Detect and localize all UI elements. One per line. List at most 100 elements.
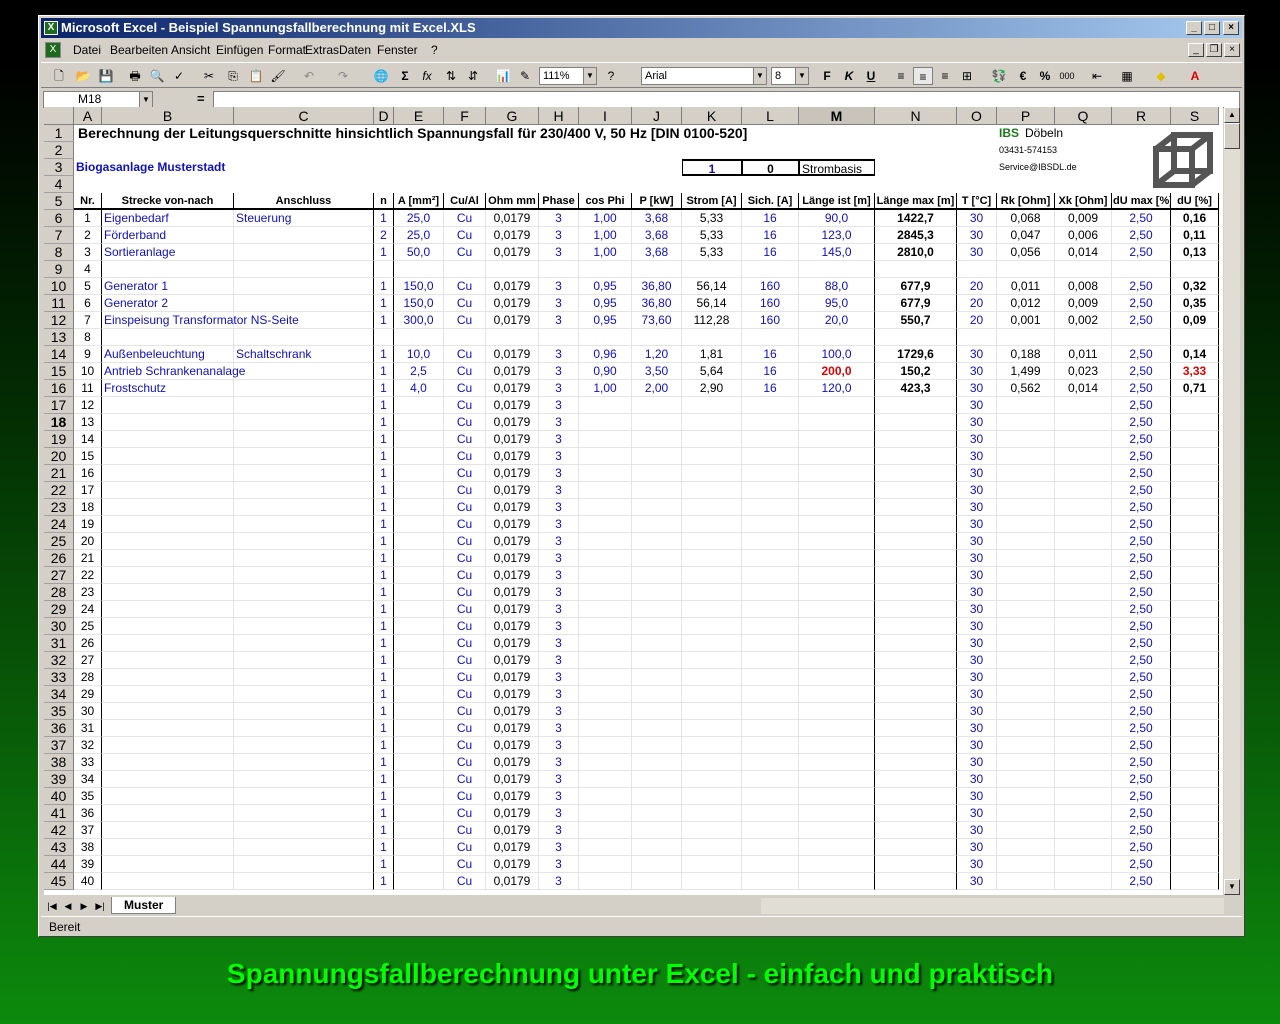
cell-N41[interactable] (875, 805, 957, 822)
cell-O23[interactable]: 30 (957, 499, 997, 516)
cell-C27[interactable] (234, 567, 374, 584)
cell-B24[interactable] (102, 516, 234, 533)
cell-I43[interactable] (579, 839, 632, 856)
cell-R17[interactable]: 2,50 (1112, 397, 1171, 414)
row-header[interactable]: 37 (44, 737, 74, 754)
cell-R21[interactable]: 2,50 (1112, 465, 1171, 482)
cell-I41[interactable] (579, 805, 632, 822)
cell-G24[interactable]: 0,0179 (486, 516, 539, 533)
cell-H17[interactable]: 3 (539, 397, 579, 414)
cell-C19[interactable] (234, 431, 374, 448)
cell-A8[interactable]: 3 (74, 244, 102, 261)
cell-K9[interactable] (682, 261, 742, 278)
cell-J13[interactable] (632, 329, 682, 346)
cell-D20[interactable]: 1 (374, 448, 394, 465)
cell-E27[interactable] (394, 567, 444, 584)
cell-I24[interactable] (579, 516, 632, 533)
cell-I28[interactable] (579, 584, 632, 601)
cell-I17[interactable] (579, 397, 632, 414)
row-header[interactable]: 21 (44, 465, 74, 482)
cell-O12[interactable]: 20 (957, 312, 997, 329)
column-label-Q[interactable]: Xk [Ohm] (1055, 193, 1112, 210)
menu-item-8[interactable]: ? (431, 40, 438, 60)
menu-item-6[interactable]: Daten (339, 40, 371, 60)
cell-K10[interactable]: 56,14 (682, 278, 742, 295)
cell-J6[interactable]: 3,68 (632, 210, 682, 227)
cell-A29[interactable]: 24 (74, 601, 102, 618)
cell-M42[interactable] (799, 822, 875, 839)
cell-L36[interactable] (742, 720, 799, 737)
cell-F14[interactable]: Cu (444, 346, 486, 363)
cell-Q42[interactable] (1055, 822, 1112, 839)
cell-J32[interactable] (632, 652, 682, 669)
cell-P29[interactable] (997, 601, 1055, 618)
cell-R33[interactable]: 2,50 (1112, 669, 1171, 686)
cell-C10[interactable] (234, 278, 374, 295)
zoom-select[interactable]: 111% ▼ (539, 67, 597, 85)
cell-Q41[interactable] (1055, 805, 1112, 822)
cell-C12[interactable] (234, 312, 374, 329)
cell-E45[interactable] (394, 873, 444, 890)
spellcheck-icon[interactable]: ✓ (169, 67, 189, 85)
row-header[interactable]: 15 (44, 363, 74, 380)
cell-L37[interactable] (742, 737, 799, 754)
cell-E14[interactable]: 10,0 (394, 346, 444, 363)
cell-L42[interactable] (742, 822, 799, 839)
cell-D15[interactable]: 1 (374, 363, 394, 380)
cell-N6[interactable]: 1422,7 (875, 210, 957, 227)
cell-M44[interactable] (799, 856, 875, 873)
cell-E16[interactable]: 4,0 (394, 380, 444, 397)
cell-I37[interactable] (579, 737, 632, 754)
cell-G33[interactable]: 0,0179 (486, 669, 539, 686)
cell-D26[interactable]: 1 (374, 550, 394, 567)
row-header[interactable]: 34 (44, 686, 74, 703)
menu-item-1[interactable]: Bearbeiten (110, 40, 168, 60)
cell-M20[interactable] (799, 448, 875, 465)
cell-J34[interactable] (632, 686, 682, 703)
cell-M13[interactable] (799, 329, 875, 346)
cell-Q44[interactable] (1055, 856, 1112, 873)
row-header[interactable]: 29 (44, 601, 74, 618)
cell-O22[interactable]: 30 (957, 482, 997, 499)
cell-B41[interactable] (102, 805, 234, 822)
cell-I12[interactable]: 0,95 (579, 312, 632, 329)
cell-Q6[interactable]: 0,009 (1055, 210, 1112, 227)
column-label-O[interactable]: T [°C] (957, 193, 997, 210)
cell-Q20[interactable] (1055, 448, 1112, 465)
cell-J44[interactable] (632, 856, 682, 873)
cell-P20[interactable] (997, 448, 1055, 465)
cell-E41[interactable] (394, 805, 444, 822)
cell-E22[interactable] (394, 482, 444, 499)
cell-O14[interactable]: 30 (957, 346, 997, 363)
cell-N44[interactable] (875, 856, 957, 873)
cell-K39[interactable] (682, 771, 742, 788)
cell-E19[interactable] (394, 431, 444, 448)
cell-K8[interactable]: 5,33 (682, 244, 742, 261)
fill-color-icon[interactable]: ◆ (1151, 67, 1171, 85)
cell-N34[interactable] (875, 686, 957, 703)
cell-M43[interactable] (799, 839, 875, 856)
cell-L15[interactable]: 16 (742, 363, 799, 380)
scroll-thumb[interactable] (1224, 123, 1240, 149)
cell-A45[interactable]: 40 (74, 873, 102, 890)
cell-I11[interactable]: 0,95 (579, 295, 632, 312)
spreadsheet-grid[interactable]: A B C D E F G H I J K L M N O P Q R S 1 2 3 4 5 6 7 8 9 10 11 12 13 14 15… (44, 107, 1223, 895)
cell-F39[interactable]: Cu (444, 771, 486, 788)
cell-P38[interactable] (997, 754, 1055, 771)
cell-O29[interactable]: 30 (957, 601, 997, 618)
cell-P28[interactable] (997, 584, 1055, 601)
cell-P39[interactable] (997, 771, 1055, 788)
cell-Q28[interactable] (1055, 584, 1112, 601)
cell-E24[interactable] (394, 516, 444, 533)
row-header[interactable]: 5 (44, 193, 74, 210)
cell-R35[interactable]: 2,50 (1112, 703, 1171, 720)
row-header[interactable]: 2 (44, 142, 74, 159)
cell-N9[interactable] (875, 261, 957, 278)
row-header[interactable]: 23 (44, 499, 74, 516)
cell-P27[interactable] (997, 567, 1055, 584)
cell-S22[interactable] (1171, 482, 1219, 499)
cell-R42[interactable]: 2,50 (1112, 822, 1171, 839)
undo-icon[interactable]: ↶ (299, 67, 319, 85)
cell-N29[interactable] (875, 601, 957, 618)
cell-J42[interactable] (632, 822, 682, 839)
